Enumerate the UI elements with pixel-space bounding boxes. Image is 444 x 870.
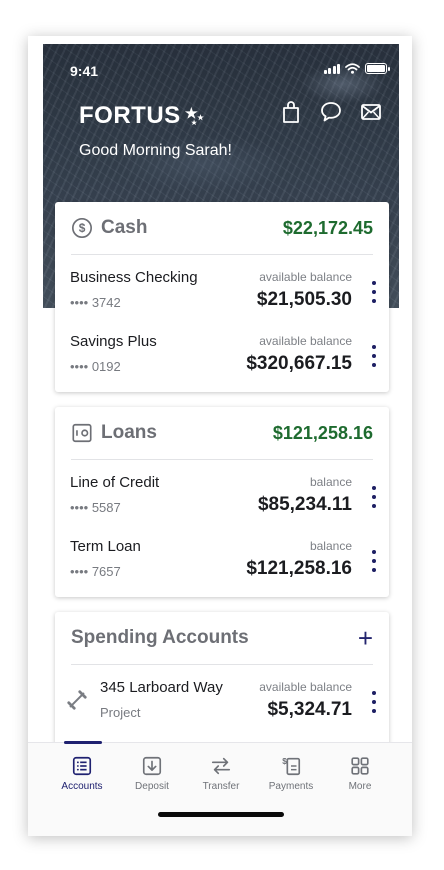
tab-transfer[interactable]: Transfer <box>190 743 252 803</box>
account-number: •••• 0192 <box>70 359 121 374</box>
grid-icon <box>351 757 369 775</box>
account-row-term-loan[interactable]: Term Loan •••• 7657 balance $121,258.16 <box>55 524 389 588</box>
balance-amount: $320,667.15 <box>246 353 352 374</box>
add-spending-account-button[interactable]: + <box>358 625 373 651</box>
cash-title: Cash <box>101 217 148 238</box>
cash-total: $22,172.45 <box>282 217 373 238</box>
home-indicator <box>158 812 284 817</box>
deposit-icon <box>142 756 162 776</box>
more-options-icon[interactable] <box>369 345 379 367</box>
tab-label: Transfer <box>202 781 240 792</box>
account-number: •••• 5587 <box>70 500 121 515</box>
phone-frame: 9:41 FORTUS Good Morning Sarah! $ Cash $… <box>28 36 412 836</box>
wifi-icon <box>345 63 360 74</box>
tab-accounts[interactable]: Accounts <box>51 743 113 803</box>
cash-card-header[interactable]: $ Cash $22,172.45 <box>55 202 389 254</box>
account-subtitle: Project <box>100 705 141 720</box>
brand-name: FORTUS <box>79 102 181 129</box>
header-actions <box>279 100 383 124</box>
account-name: Line of Credit <box>70 474 160 491</box>
payments-icon: $ <box>282 757 301 776</box>
tab-deposit[interactable]: Deposit <box>121 743 183 803</box>
spending-title: Spending Accounts <box>71 627 249 648</box>
loans-card-header[interactable]: Loans $121,258.16 <box>55 407 389 459</box>
tab-label: Payments <box>268 781 314 792</box>
loans-card: Loans $121,258.16 Line of Credit •••• 55… <box>55 407 389 597</box>
balance-amount: $21,505.30 <box>256 289 352 310</box>
account-row-savings-plus[interactable]: Savings Plus •••• 0192 available balance… <box>55 319 389 383</box>
balance-label: available balance <box>259 270 352 284</box>
account-row-business-checking[interactable]: Business Checking •••• 3742 available ba… <box>55 255 389 319</box>
more-options-icon[interactable] <box>369 550 379 572</box>
greeting-text: Good Morning Sarah! <box>79 142 232 159</box>
balance-amount: $121,258.16 <box>246 558 352 579</box>
brand-logo: FORTUS <box>79 102 206 130</box>
loan-icon <box>72 423 92 443</box>
tab-label: Accounts <box>61 781 103 792</box>
balance-label: available balance <box>259 680 352 694</box>
account-name: Business Checking <box>70 269 198 286</box>
balance-amount: $85,234.11 <box>257 494 352 515</box>
account-number: •••• 7657 <box>70 564 121 579</box>
status-icons <box>323 63 390 74</box>
shopping-bag-icon[interactable] <box>279 100 303 124</box>
more-options-icon[interactable] <box>369 281 379 303</box>
list-icon <box>72 756 92 776</box>
balance-label: balance <box>309 539 352 553</box>
account-row-line-of-credit[interactable]: Line of Credit •••• 5587 balance $85,234… <box>55 460 389 524</box>
tab-more[interactable]: More <box>329 743 391 803</box>
tab-payments[interactable]: $ Payments <box>260 743 322 803</box>
battery-icon <box>365 63 390 74</box>
account-number: •••• 3742 <box>70 295 121 310</box>
account-row-345-larboard-way[interactable]: 345 Larboard Way Project available balan… <box>55 665 389 729</box>
balance-label: available balance <box>259 334 352 348</box>
cash-card: $ Cash $22,172.45 Business Checking ••••… <box>55 202 389 392</box>
tab-label: Deposit <box>135 781 169 792</box>
balance-amount: $5,324.71 <box>267 699 352 720</box>
loans-total: $121,258.16 <box>272 422 373 443</box>
dollar-circle-icon: $ <box>72 218 92 238</box>
tab-label: More <box>348 781 372 792</box>
spending-accounts-card: Spending Accounts + 345 Larboard Way Pro… <box>55 612 389 752</box>
more-options-icon[interactable] <box>369 486 379 508</box>
status-time: 9:41 <box>70 63 99 79</box>
balance-label: balance <box>309 475 352 489</box>
account-name: Savings Plus <box>70 333 157 350</box>
bottom-tab-bar: Accounts Deposit Transfer $ Payments Mor… <box>28 741 412 836</box>
spending-card-header: Spending Accounts + <box>55 612 389 664</box>
account-name: 345 Larboard Way <box>100 679 223 696</box>
svg-text:$: $ <box>282 757 287 766</box>
hammer-wrench-icon <box>67 690 87 710</box>
chat-bubble-icon[interactable] <box>319 100 343 124</box>
transfer-icon <box>211 757 231 775</box>
svg-text:$: $ <box>79 221 86 235</box>
account-name: Term Loan <box>70 538 141 555</box>
stars-icon <box>184 106 204 126</box>
cellular-signal-icon <box>323 63 340 74</box>
loans-title: Loans <box>101 422 157 443</box>
more-options-icon[interactable] <box>369 691 379 713</box>
mail-icon[interactable] <box>359 100 383 124</box>
